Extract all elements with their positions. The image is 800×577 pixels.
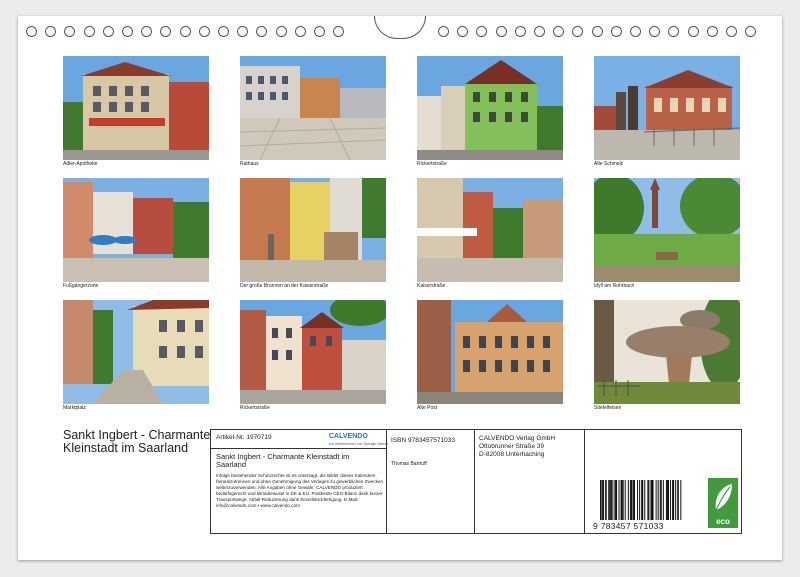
- barcode: [600, 480, 682, 520]
- binding-hole: [160, 26, 172, 37]
- photo-caption: Alte Post: [417, 405, 438, 411]
- photo-stiefelfelsen: [594, 300, 740, 404]
- binding-hole: [218, 26, 229, 37]
- info-box: Artikel-Nr. 1970719 CALVENDO ein Unterne…: [210, 429, 742, 534]
- photo-caption: Adler-Apotheke: [63, 161, 98, 167]
- binding-hole: [438, 26, 449, 37]
- photo-grosser-brunnen: [240, 178, 386, 282]
- calendar-title: Sankt Ingbert - Charmante Kleinstadt im …: [63, 428, 211, 455]
- barcode-bars: [600, 480, 682, 520]
- photo-caption: Rickertstraße: [240, 405, 270, 411]
- binding-hole: [122, 26, 133, 37]
- binding-hole: [514, 26, 526, 37]
- binding-hole: [275, 26, 287, 37]
- photo-rickertstrasse-2: [240, 300, 386, 404]
- binding-hole: [26, 26, 37, 37]
- author: Thomas Bartruff: [391, 461, 427, 467]
- photo-fussgaengerzone: [63, 178, 209, 282]
- calvendo-logo: CALVENDO: [329, 433, 368, 440]
- binding-hole: [102, 26, 114, 37]
- photo-caption: Alte Schmelz: [594, 161, 624, 167]
- photo-kaiserstrasse: [417, 178, 563, 282]
- binding-hole: [572, 26, 584, 37]
- photo-rathaus: [240, 56, 386, 160]
- calvendo-logo-sub: ein Unternehmen von Springer Nature: [329, 442, 389, 446]
- binding-hole: [256, 26, 268, 37]
- binding-hole: [294, 26, 306, 37]
- binding-hole: [333, 26, 345, 37]
- binding-hole: [476, 26, 488, 37]
- photo-caption: Idyll am Rohrbach: [594, 283, 635, 289]
- eco-badge: eco: [708, 478, 738, 528]
- binding-hole: [534, 26, 545, 37]
- binding-hole: [495, 26, 507, 37]
- binding-hole: [649, 26, 661, 37]
- binding-hole: [630, 26, 641, 37]
- binding-hole: [179, 26, 191, 37]
- photo-adler-apotheke: [63, 56, 209, 160]
- binding-hole: [83, 26, 95, 37]
- binding-hole: [706, 26, 718, 37]
- barcode-digits: 9 783457 571033: [593, 521, 664, 531]
- binding-hole: [668, 26, 680, 37]
- photo-rickertstrasse: [417, 56, 563, 160]
- photo-marktplatz: [63, 300, 209, 404]
- binding-hole: [314, 26, 325, 37]
- isbn: ISBN 9783457571033: [391, 437, 455, 444]
- binding-hole: [141, 26, 153, 37]
- binding-hole: [198, 26, 210, 37]
- photo-caption: Kaiserstraße: [417, 283, 446, 289]
- binding-hole: [45, 26, 57, 37]
- binding-hole: [726, 26, 737, 37]
- binding-hole: [745, 26, 757, 37]
- leaf-icon: [715, 484, 732, 511]
- binding-hole: [591, 26, 603, 37]
- legal-text: Infolge bestehender Schutzrechte ist es …: [216, 473, 384, 508]
- photo-caption: Rathaus: [240, 161, 259, 167]
- photo-alte-post: [417, 300, 563, 404]
- calendar-subtitle: Sankt Ingbert - Charmante Kleinstadt im …: [216, 452, 350, 469]
- article-number: Artikel-Nr. 1970719: [216, 434, 272, 441]
- photo-caption: Rickertstraße: [417, 161, 447, 167]
- calendar-sheet: Adler-Apotheke Rathaus Rickertstraße Alt…: [18, 16, 782, 560]
- binding-hole: [610, 26, 622, 37]
- photo-alte-schmelz: [594, 56, 740, 160]
- publisher-address: CALVENDO Verlag GmbH Ottobrunner Straße …: [479, 435, 556, 458]
- photo-caption: Marktplatz: [63, 405, 87, 411]
- photo-idyll-am-rohrbach: [594, 178, 740, 282]
- photo-caption: Fußgängerzone: [63, 283, 99, 289]
- eco-label: eco: [716, 517, 730, 526]
- binding-hole: [687, 26, 699, 37]
- photo-caption: Der große Brunnen an der Kaiserstraße: [240, 283, 329, 289]
- binding-hole: [553, 26, 565, 37]
- binding-hole: [457, 26, 469, 37]
- binding-hole: [64, 26, 76, 37]
- photo-caption: Stiefelfelsen: [594, 405, 622, 411]
- binding-hole: [237, 26, 249, 37]
